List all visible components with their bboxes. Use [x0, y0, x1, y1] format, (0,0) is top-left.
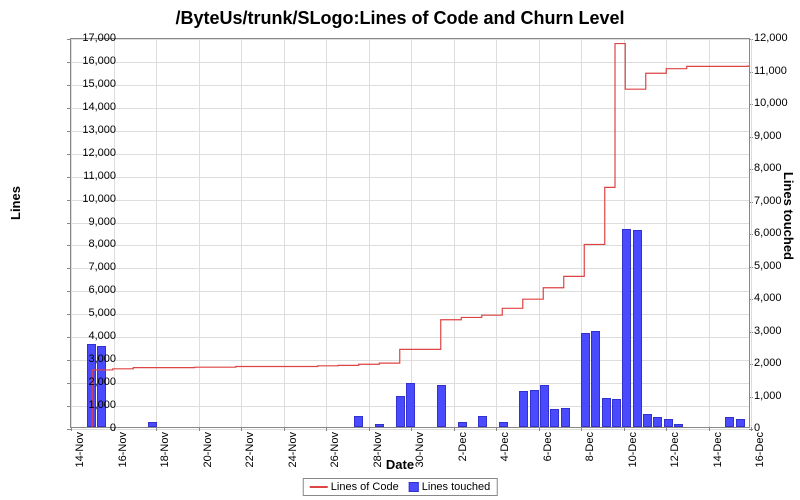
y-tick-right: 9,000	[754, 130, 798, 142]
bar-lines-touched	[612, 399, 621, 427]
legend-line-icon	[310, 486, 328, 488]
y-tick-right: 8,000	[754, 162, 798, 174]
y-axis-label-left: Lines	[8, 186, 23, 220]
legend-label: Lines touched	[422, 481, 491, 493]
y-axis-label-right: Lines touched	[781, 172, 796, 260]
bar-lines-touched	[581, 333, 590, 427]
bar-lines-touched	[622, 229, 631, 427]
bar-lines-touched	[633, 230, 642, 427]
y-tick-left: 5,000	[70, 307, 116, 319]
y-tick-right: 10,000	[754, 97, 798, 109]
y-tick-left: 7,000	[70, 261, 116, 273]
bar-lines-touched	[530, 390, 539, 427]
y-tick-left: 4,000	[70, 330, 116, 342]
y-tick-left: 1,000	[70, 399, 116, 411]
bar-lines-touched	[561, 408, 570, 428]
chart-container: /ByteUs/trunk/SLogo:Lines of Code and Ch…	[0, 0, 800, 500]
y-tick-right: 6,000	[754, 227, 798, 239]
y-tick-left: 13,000	[70, 124, 116, 136]
legend: Lines of Code Lines touched	[303, 478, 498, 496]
bar-lines-touched	[396, 396, 405, 427]
y-tick-left: 12,000	[70, 147, 116, 159]
y-tick-left: 6,000	[70, 284, 116, 296]
bar-lines-touched	[643, 414, 652, 427]
bar-lines-touched	[519, 391, 528, 427]
bar-lines-touched	[664, 419, 673, 427]
y-tick-left: 9,000	[70, 216, 116, 228]
bar-lines-touched	[148, 422, 157, 427]
bar-lines-touched	[602, 398, 611, 427]
y-tick-left: 2,000	[70, 376, 116, 388]
y-tick-left: 16,000	[70, 55, 116, 67]
bar-lines-touched	[375, 424, 384, 427]
bar-lines-touched	[437, 385, 446, 427]
bar-lines-touched	[674, 424, 683, 427]
legend-item-lines-touched: Lines touched	[409, 481, 491, 493]
y-tick-left: 11,000	[70, 170, 116, 182]
bar-lines-touched	[550, 409, 559, 427]
y-tick-right: 2,000	[754, 357, 798, 369]
y-tick-right: 7,000	[754, 195, 798, 207]
y-tick-left: 17,000	[70, 32, 116, 44]
y-tick-right: 5,000	[754, 260, 798, 272]
bar-lines-touched	[725, 417, 734, 427]
bar-lines-touched	[653, 417, 662, 427]
y-tick-right: 4,000	[754, 292, 798, 304]
bar-lines-touched	[591, 331, 600, 427]
y-tick-right: 11,000	[754, 65, 798, 77]
bar-lines-touched	[478, 416, 487, 427]
bar-lines-touched	[499, 422, 508, 427]
y-tick-right: 3,000	[754, 325, 798, 337]
y-tick-left: 15,000	[70, 78, 116, 90]
legend-item-lines-of-code: Lines of Code	[310, 481, 399, 493]
y-tick-left: 10,000	[70, 193, 116, 205]
plot-area	[70, 38, 750, 428]
chart-title: /ByteUs/trunk/SLogo:Lines of Code and Ch…	[0, 0, 800, 29]
line-lines-of-code	[71, 39, 749, 427]
legend-box-icon	[409, 482, 419, 492]
bar-lines-touched	[354, 416, 363, 427]
y-tick-left: 3,000	[70, 353, 116, 365]
y-tick-right: 12,000	[754, 32, 798, 44]
bar-lines-touched	[458, 422, 467, 427]
legend-label: Lines of Code	[331, 481, 399, 493]
y-tick-right: 1,000	[754, 390, 798, 402]
bar-lines-touched	[736, 419, 745, 427]
y-tick-left: 14,000	[70, 101, 116, 113]
bar-lines-touched	[406, 383, 415, 427]
bar-lines-touched	[540, 385, 549, 427]
x-axis-label: Date	[0, 457, 800, 472]
y-tick-left: 8,000	[70, 238, 116, 250]
